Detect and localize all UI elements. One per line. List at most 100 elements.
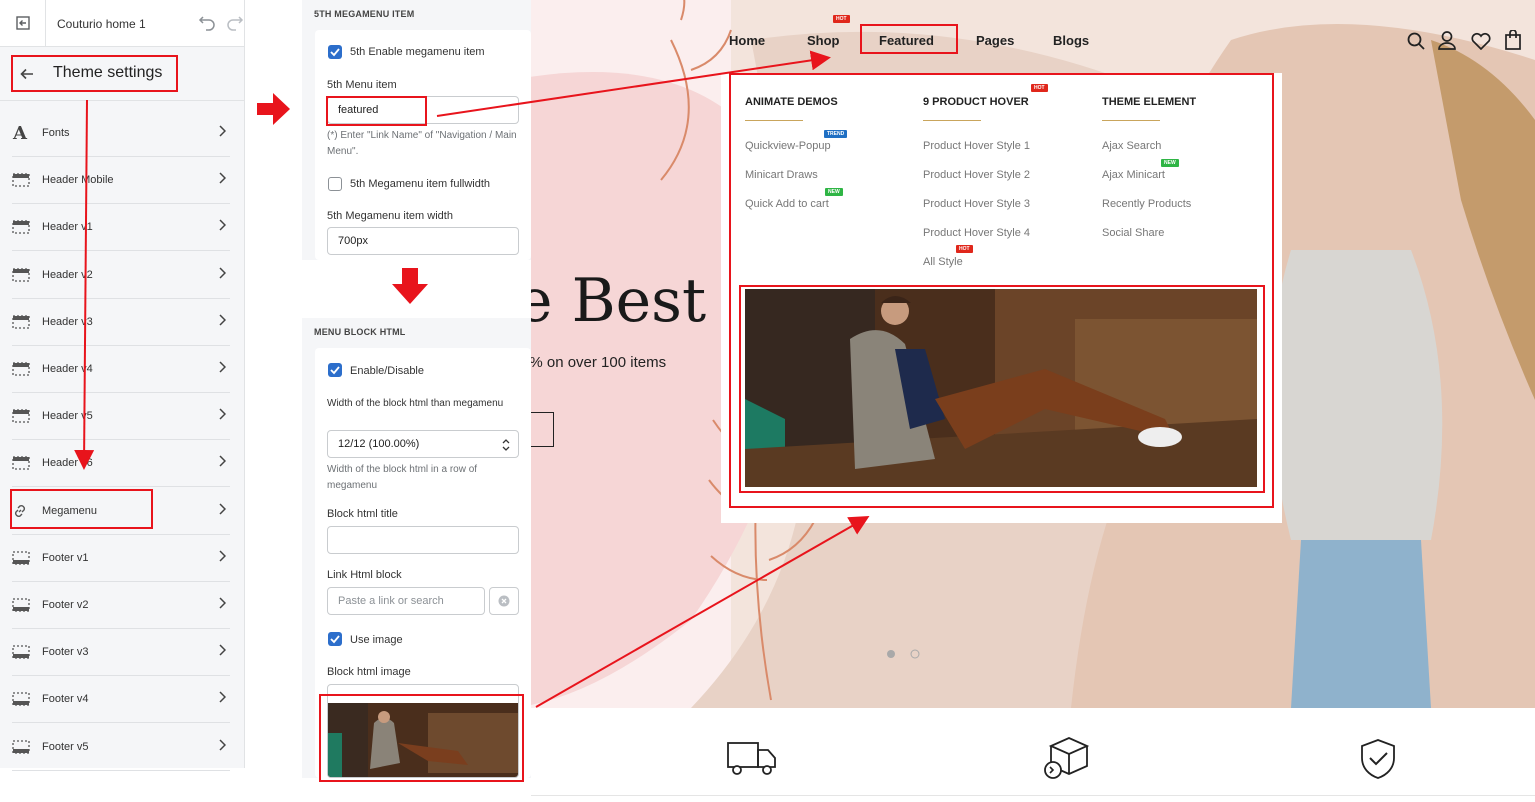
hero-subtitle: 0% on over 100 items — [531, 354, 667, 371]
sidebar-item-footer-v5[interactable]: Footer v5 — [12, 724, 230, 771]
fullwidth-label: 5th Megamenu item fullwidth — [350, 178, 491, 190]
footer-layout-icon — [12, 551, 42, 565]
sidebar-item-label: Footer v4 — [42, 693, 89, 706]
theme-editor-sidebar: Couturio home 1 Theme settings A Fonts Hea… — [0, 0, 245, 771]
chevron-right-icon — [218, 690, 230, 708]
sidebar-item-label: Header Mobile — [42, 174, 114, 187]
sidebar-item-header-v2[interactable]: Header v2 — [12, 252, 230, 299]
exit-button[interactable] — [0, 0, 46, 46]
sidebar-item-label: Header v1 — [42, 221, 93, 234]
header-layout-icon — [12, 267, 42, 282]
cart-icon[interactable] — [1505, 29, 1521, 55]
font-icon: A — [12, 125, 42, 141]
hero-shop-button[interactable] — [531, 412, 554, 447]
return-box-icon — [1041, 734, 1091, 785]
undo-icon[interactable] — [198, 13, 216, 36]
check-icon — [330, 366, 340, 375]
block-image-label: Block html image — [327, 666, 411, 678]
check-icon — [330, 635, 340, 644]
chevron-right-icon — [218, 360, 230, 378]
header-layout-icon — [12, 220, 42, 235]
svg-text:A: A — [12, 125, 28, 141]
sidebar-item-footer-v4[interactable]: Footer v4 — [12, 676, 230, 724]
block-width-label: Width of the block html than megamenu — [327, 398, 504, 409]
exit-icon — [15, 16, 30, 30]
chevron-right-icon — [218, 643, 230, 661]
select-arrows-icon — [502, 439, 510, 451]
chevron-right-icon — [218, 549, 230, 567]
sidebar-item-header-v5[interactable]: Header v5 — [12, 393, 230, 441]
sidebar-item-footer-v2[interactable]: Footer v2 — [12, 582, 230, 629]
sidebar-item-header-v6[interactable]: Header v6 — [12, 440, 230, 488]
sidebar-item-fonts[interactable]: A Fonts — [12, 110, 230, 157]
theme-name: Couturio home 1 — [57, 17, 146, 31]
sidebar-item-label: Header v2 — [42, 268, 93, 281]
use-image-label: Use image — [350, 634, 403, 646]
wishlist-icon[interactable] — [1471, 32, 1491, 55]
nav-shop[interactable]: Shop — [807, 33, 840, 48]
sidebar-item-label: Header v6 — [42, 457, 93, 470]
block-width-value: 12/12 (100.00%) — [338, 438, 420, 450]
block-title-input[interactable] — [327, 526, 519, 554]
nav-home[interactable]: Home — [729, 33, 765, 48]
item-width-input[interactable]: 700px — [327, 227, 519, 255]
block-title-label: Block html title — [327, 508, 398, 520]
footer-layout-icon — [12, 692, 42, 707]
menu-item-help: (*) Enter "Link Name" of "Navigation / M… — [327, 130, 517, 157]
sidebar-item-header-v1[interactable]: Header v1 — [12, 204, 230, 252]
search-icon[interactable] — [1407, 32, 1425, 55]
sidebar-item-label: Header v5 — [42, 410, 93, 423]
chevron-right-icon — [218, 454, 230, 472]
nav-pages[interactable]: Pages — [976, 33, 1014, 48]
sidebar-item-header-v4[interactable]: Header v4 — [12, 346, 230, 393]
item-width-label: 5th Megamenu item width — [327, 210, 453, 222]
features-bar — [531, 708, 1535, 796]
delivery-truck-icon — [727, 740, 777, 781]
chevron-right-icon — [218, 218, 230, 236]
link-block-input[interactable]: Paste a link or search — [327, 587, 485, 615]
sidebar-item-label: Footer v5 — [42, 740, 89, 753]
chevron-right-icon — [218, 313, 230, 331]
footer-layout-icon — [12, 645, 42, 659]
highlight-menu-item-input — [326, 96, 427, 126]
header-layout-icon — [12, 362, 42, 376]
sidebar-item-label: Footer v3 — [42, 646, 89, 659]
enable-block-checkbox[interactable] — [328, 363, 342, 377]
hero-title: e Best I — [531, 266, 749, 336]
header-layout-icon — [12, 409, 42, 423]
clear-link-button[interactable] — [489, 587, 519, 615]
header-layout-icon — [12, 456, 42, 471]
sidebar-item-header-mobile[interactable]: Header Mobile — [12, 157, 230, 205]
chevron-right-icon — [218, 266, 230, 284]
clear-icon — [498, 595, 510, 607]
chevron-right-icon — [218, 407, 230, 425]
enable-megamenu-checkbox[interactable] — [328, 45, 342, 59]
sidebar-item-footer-v1[interactable]: Footer v1 — [12, 535, 230, 582]
highlight-block-image — [319, 694, 524, 782]
highlight-megamenu-image — [739, 285, 1265, 493]
use-image-checkbox[interactable] — [328, 632, 342, 646]
check-icon — [330, 48, 340, 57]
section-title: MENU BLOCK HTML — [314, 327, 406, 337]
section-title: 5TH MEGAMENU ITEM — [314, 9, 415, 19]
chevron-right-icon — [218, 124, 230, 142]
redo-icon[interactable] — [226, 13, 244, 36]
highlight-theme-settings — [11, 55, 178, 92]
chevron-right-icon — [218, 596, 230, 614]
sidebar-item-header-v3[interactable]: Header v3 — [12, 299, 230, 346]
fullwidth-checkbox[interactable] — [328, 177, 342, 191]
hot-badge: HOT — [833, 15, 850, 23]
block-width-select[interactable]: 12/12 (100.00%) — [327, 430, 519, 458]
sidebar-item-label: Header v4 — [42, 363, 93, 375]
settings-card: 5th Enable megamenu item 5th Menu item f… — [315, 30, 531, 260]
menu-item-label: 5th Menu item — [327, 79, 397, 91]
megamenu-item-panel: 5TH MEGAMENU ITEM 5th Enable megamenu it… — [302, 0, 531, 260]
account-icon[interactable] — [1438, 31, 1456, 55]
nav-blogs[interactable]: Blogs — [1053, 33, 1089, 48]
enable-megamenu-label: 5th Enable megamenu item — [350, 46, 485, 58]
sidebar-item-footer-v3[interactable]: Footer v3 — [12, 629, 230, 677]
secure-shield-icon — [1359, 738, 1397, 785]
sidebar-item-label: Header v3 — [42, 315, 93, 328]
sidebar-topbar: Couturio home 1 — [0, 0, 244, 47]
chevron-right-icon — [218, 738, 230, 756]
